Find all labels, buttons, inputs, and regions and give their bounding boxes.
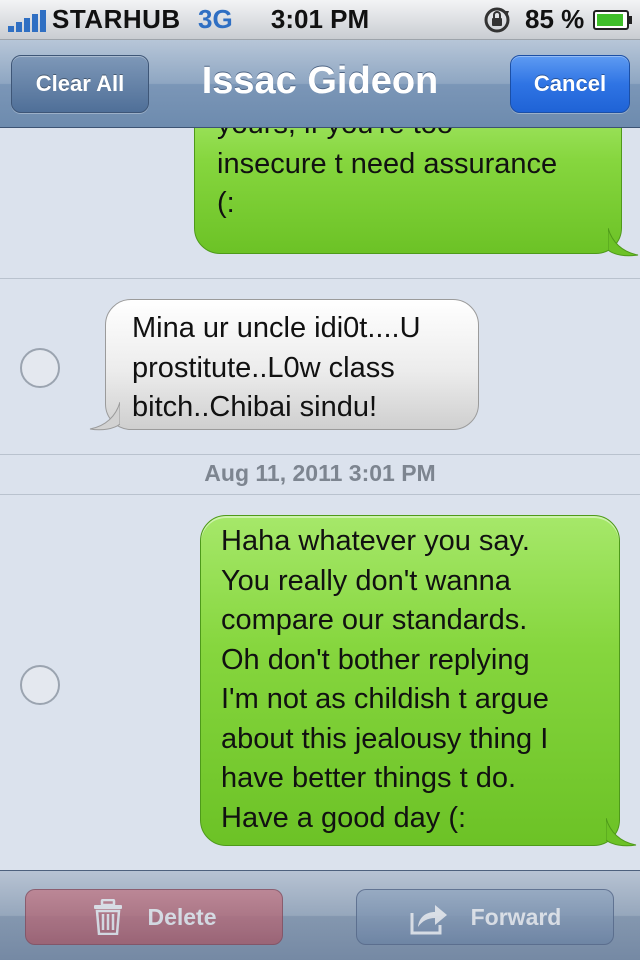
message-timestamp: Aug 11, 2011 3:01 PM (204, 460, 436, 486)
bubble-tail (608, 228, 639, 257)
row-divider (0, 494, 640, 495)
bottom-toolbar: Delete Forward (0, 870, 640, 960)
select-message-radio[interactable] (20, 665, 60, 705)
battery-icon (593, 10, 632, 30)
message-line: Mina ur uncle idi0t....U (132, 312, 421, 344)
message-line: (: (217, 187, 235, 219)
row-divider (0, 454, 640, 455)
trash-icon (94, 899, 123, 935)
message-line: I'm not as childish t argue (221, 683, 549, 715)
navigation-bar: Clear All Issac Gideon Cancel (0, 40, 640, 128)
bubble-tail (606, 818, 637, 847)
message-line: compare our standards. (221, 604, 528, 636)
battery-percent: 85 % (525, 4, 585, 34)
forward-arrow-icon (410, 905, 447, 935)
message-line: Haha whatever you say. (221, 525, 530, 557)
status-bar: STARHUB 3G 3:01 PM 85 % (0, 0, 640, 40)
message-line: yours, if you're too (217, 128, 621, 145)
message-list[interactable]: yours, if you're too insecure t need ass… (0, 128, 640, 870)
message-line: Oh don't bother replying (221, 643, 530, 676)
select-message-radio[interactable] (20, 348, 60, 388)
message-line: bitch..Chibai sindu! (132, 391, 378, 423)
outgoing-message-bubble[interactable]: Haha whatever you say. You really don't … (200, 515, 620, 846)
contact-name-title: Issac Gideon (201, 60, 439, 102)
bubble-tail (89, 402, 120, 431)
clear-all-button[interactable]: Clear All (11, 55, 149, 113)
message-line: have better things t do. (221, 762, 517, 794)
cancel-button[interactable]: Cancel (510, 55, 630, 113)
message-line: Have a good day (: (221, 801, 467, 834)
incoming-message-bubble[interactable]: Mina ur uncle idi0t....U prostitute..L0w… (105, 299, 479, 430)
delete-label: Delete (147, 903, 217, 930)
rotation-lock-icon (484, 7, 510, 33)
forward-label: Forward (470, 903, 562, 930)
outgoing-message-bubble[interactable]: yours, if you're too insecure t need ass… (194, 128, 622, 254)
message-line: insecure t need assurance (217, 147, 558, 180)
forward-button[interactable]: Forward (356, 889, 614, 945)
row-divider (0, 278, 640, 279)
message-line: about this jealousy thing I (221, 722, 549, 755)
delete-button[interactable]: Delete (25, 889, 283, 945)
message-line: You really don't wanna (221, 564, 511, 597)
message-line: prostitute..L0w class (132, 351, 395, 384)
